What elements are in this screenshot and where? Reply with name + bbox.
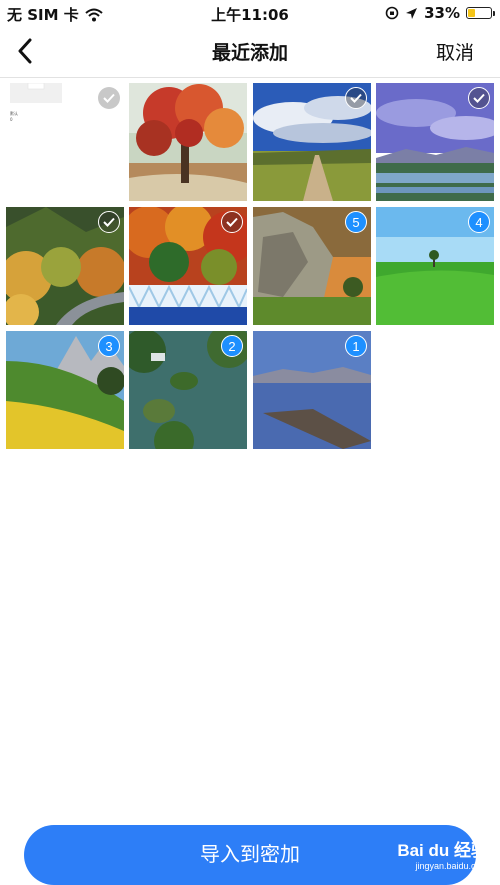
page-title: 最近添加 xyxy=(211,42,288,64)
battery-percent: 33% xyxy=(424,4,460,22)
photo-cell-4[interactable] xyxy=(376,83,494,201)
cancel-button[interactable]: 取消 xyxy=(436,38,474,65)
selection-order-badge: 5 xyxy=(345,211,367,233)
selection-order-badge: 1 xyxy=(345,335,367,357)
status-right: 33% xyxy=(385,4,495,22)
photo-thumb-autumn-tree xyxy=(129,83,247,201)
watermark-url: jingyan.baidu.com xyxy=(415,861,488,871)
watermark-brand: Bai du 经验 xyxy=(397,841,488,860)
selected-check-icon xyxy=(221,211,243,233)
selection-order-badge: 4 xyxy=(468,211,490,233)
photo-cell-3[interactable] xyxy=(253,83,371,201)
photo-cell-6[interactable] xyxy=(129,207,247,325)
selected-check-icon xyxy=(468,87,490,109)
thumb-note-sub: 0 xyxy=(10,117,13,122)
selection-order-badge: 2 xyxy=(221,335,243,357)
nav-bar: 最近添加 取消 xyxy=(0,26,500,78)
status-bar: 无 SIM 卡 上午11:06 33% xyxy=(0,0,500,26)
battery-icon xyxy=(466,7,495,19)
battery-fill xyxy=(468,9,475,17)
photo-cell-9[interactable]: 3 xyxy=(6,331,124,449)
photo-cell-10[interactable]: 2 xyxy=(129,331,247,449)
thumb-note: 默认 0 xyxy=(10,111,18,122)
photo-cell-2[interactable] xyxy=(129,83,247,201)
photo-cell-7[interactable]: 5 xyxy=(253,207,371,325)
photo-cell-8[interactable]: 4 xyxy=(376,207,494,325)
watermark: Bai du 经验 jingyan.baidu.com xyxy=(397,836,488,871)
selected-check-icon xyxy=(98,87,120,109)
orientation-lock-icon xyxy=(385,6,399,20)
selected-check-icon xyxy=(345,87,367,109)
photo-cell-11[interactable]: 1 xyxy=(253,331,371,449)
selection-order-badge: 3 xyxy=(98,335,120,357)
location-arrow-icon xyxy=(406,7,418,19)
selected-check-icon xyxy=(98,211,120,233)
photo-cell-5[interactable] xyxy=(6,207,124,325)
photo-cell-1[interactable]: 默认 0 xyxy=(6,83,124,201)
